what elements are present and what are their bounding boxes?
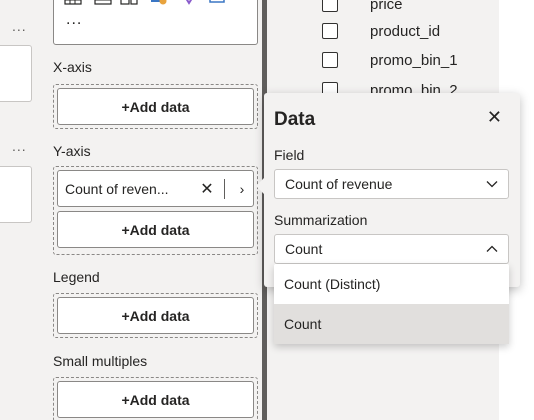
popup-title: Data — [274, 109, 316, 130]
summarization-dropdown-value: Count — [285, 241, 323, 257]
option-count[interactable]: Count — [274, 304, 509, 344]
summarization-options-list: Count (Distinct) Count — [274, 264, 509, 344]
python-visual-icon[interactable] — [208, 0, 226, 5]
r-script-visual-icon[interactable] — [180, 0, 198, 5]
field-item[interactable]: product_id — [322, 19, 440, 43]
small-multiples-add-data-button[interactable]: +Add data — [57, 381, 254, 418]
y-axis-field-pill[interactable]: Count of reven... ✕ › — [57, 170, 254, 207]
chevron-right-icon[interactable]: › — [231, 181, 253, 197]
field-label: Field — [274, 147, 305, 163]
y-axis-add-data-button[interactable]: +Add data — [57, 211, 254, 248]
map-visual-icon[interactable] — [150, 0, 168, 5]
field-checkbox[interactable] — [322, 52, 338, 68]
field-dropdown-value: Count of revenue — [285, 176, 393, 192]
visual-gallery: ... — [53, 0, 258, 45]
x-axis-add-data-button[interactable]: +Add data — [57, 88, 254, 125]
summarization-dropdown[interactable]: Count — [274, 234, 509, 264]
option-count-distinct[interactable]: Count (Distinct) — [274, 264, 509, 304]
field-name: product_id — [370, 22, 441, 40]
small-multiples-well[interactable]: +Add data — [53, 377, 258, 420]
x-axis-label: X-axis — [53, 59, 92, 75]
field-dropdown[interactable]: Count of revenue — [274, 169, 509, 199]
pill-divider — [224, 178, 225, 199]
small-multiples-label: Small multiples — [53, 353, 148, 369]
field-item[interactable]: promo_bin_1 — [322, 48, 458, 72]
table-visual-icon[interactable] — [64, 0, 82, 5]
field-checkbox[interactable] — [322, 23, 338, 39]
field-pill-label: Count of reven... — [65, 180, 169, 197]
build-visual-pane: ... X-axis +Add data Y-axis Count of rev… — [42, 0, 262, 420]
left-collapsed-pane: ... ... — [0, 0, 42, 420]
legend-add-data-button[interactable]: +Add data — [57, 297, 254, 334]
legend-label: Legend — [53, 269, 100, 285]
close-icon[interactable]: ✕ — [487, 107, 502, 128]
chevron-down-icon — [486, 181, 498, 188]
y-axis-well[interactable]: Count of reven... ✕ › +Add data — [53, 166, 258, 255]
field-name: promo_bin_1 — [370, 51, 458, 69]
summarization-label: Summarization — [274, 212, 368, 228]
stub-card[interactable] — [0, 166, 32, 223]
data-popup: Data ✕ Field Count of revenue Summarizat… — [256, 93, 520, 287]
x-axis-well[interactable]: +Add data — [53, 84, 258, 129]
matrix-visual-icon[interactable] — [94, 0, 112, 5]
popup-pointer — [256, 177, 265, 195]
more-options-icon[interactable]: ... — [12, 138, 27, 154]
more-options-icon[interactable]: ... — [12, 18, 27, 34]
field-item[interactable]: price — [322, 0, 403, 16]
stub-card[interactable] — [0, 45, 32, 102]
field-checkbox[interactable] — [322, 0, 338, 12]
chevron-up-icon — [486, 245, 498, 252]
y-axis-label: Y-axis — [53, 143, 91, 159]
field-name: price — [370, 0, 403, 13]
card-visual-icon[interactable] — [120, 0, 138, 5]
close-icon[interactable]: ✕ — [196, 179, 218, 199]
more-visuals-icon[interactable]: ... — [66, 11, 82, 29]
legend-well[interactable]: +Add data — [53, 293, 258, 338]
